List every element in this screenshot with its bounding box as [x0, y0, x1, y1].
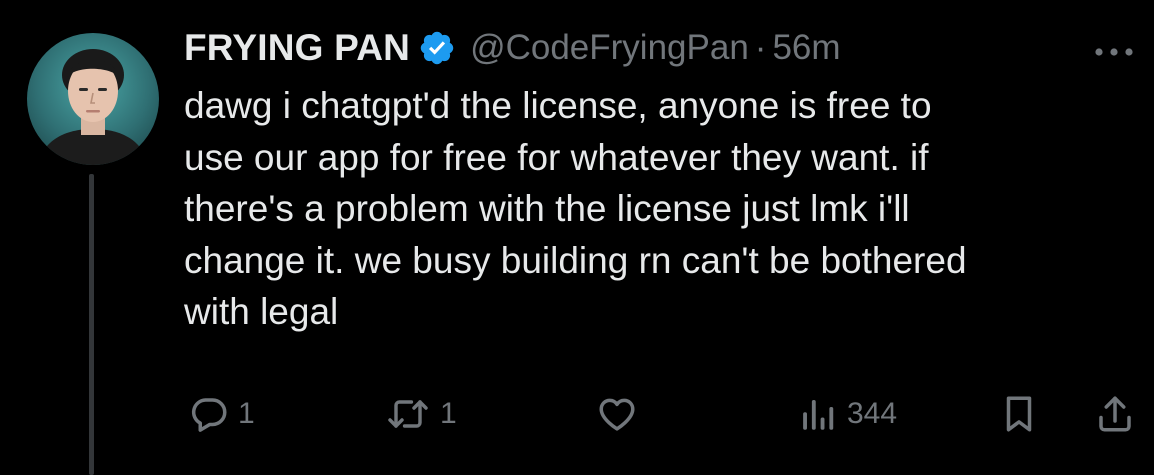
user-handle[interactable]: @CodeFryingPan [470, 28, 749, 68]
repost-count: 1 [440, 397, 457, 430]
views-button[interactable]: 344 [797, 390, 897, 438]
tweet-header: FRYING PAN @CodeFryingPan · 56m [184, 24, 841, 72]
separator-dot: · [754, 28, 767, 67]
tweet-text: dawg i chatgpt'd the license, anyone is … [184, 85, 967, 332]
reply-bubble-icon [188, 393, 230, 435]
views-count: 344 [847, 397, 898, 430]
reply-button[interactable]: 1 [188, 390, 255, 438]
display-name[interactable]: FRYING PAN [184, 27, 410, 69]
reply-count: 1 [238, 397, 255, 430]
tweet-card[interactable]: FRYING PAN @CodeFryingPan · 56m dawg i c… [0, 0, 1154, 475]
share-upload-icon [1095, 393, 1135, 435]
share-button[interactable] [1095, 390, 1135, 438]
bar-chart-icon [797, 393, 839, 435]
bookmark-button[interactable] [1000, 390, 1038, 438]
action-bar: 1 1 344 [0, 390, 1154, 438]
timestamp[interactable]: 56m [772, 28, 840, 68]
like-button[interactable] [596, 390, 638, 438]
repost-button[interactable]: 1 [384, 390, 457, 438]
more-dots-icon[interactable] [1094, 44, 1134, 56]
verified-badge-icon[interactable] [418, 29, 456, 67]
avatar[interactable] [27, 33, 159, 165]
heart-icon [596, 393, 638, 435]
repost-arrows-icon [384, 393, 432, 435]
bookmark-icon [1000, 393, 1038, 435]
